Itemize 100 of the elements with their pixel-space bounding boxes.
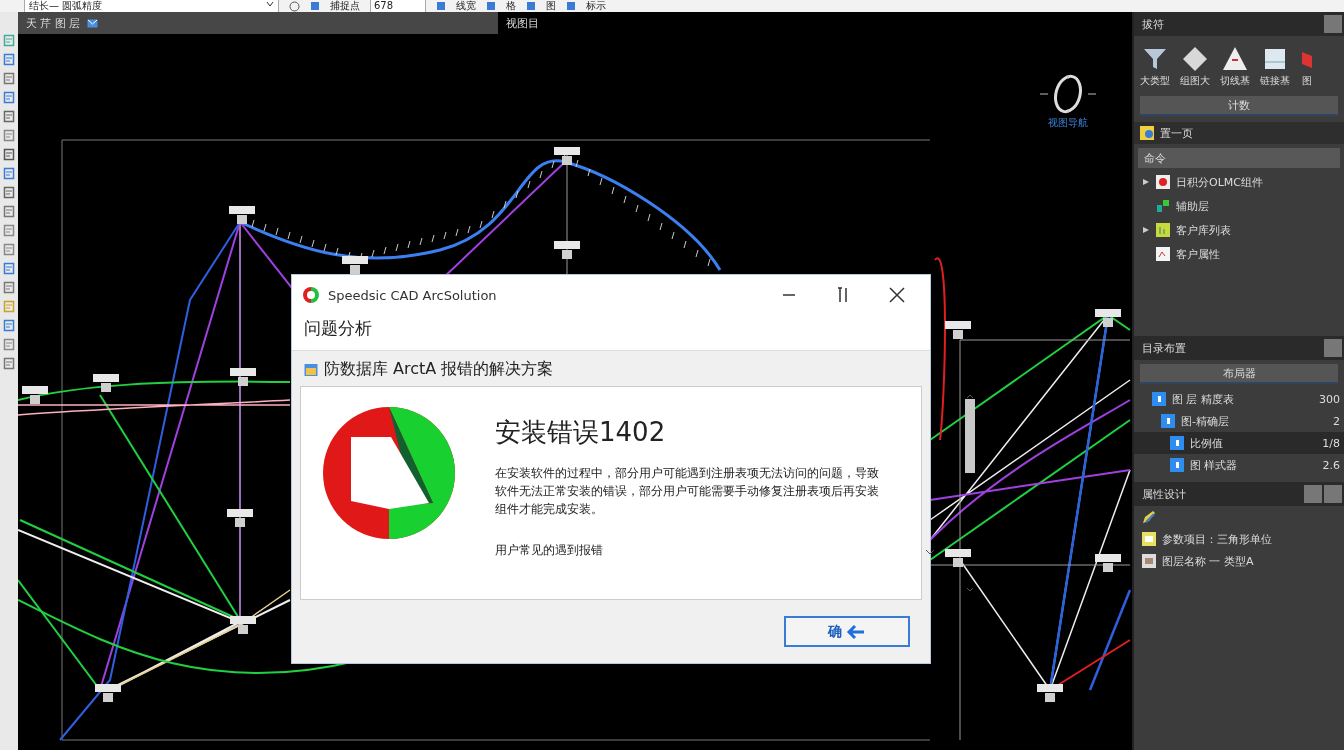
tool-icon[interactable] — [3, 167, 15, 180]
dialog-subtitle: 防数据库 ArctA 报错的解决方案 — [324, 359, 554, 380]
caret-icon[interactable] — [1142, 226, 1150, 234]
graph-icon — [1156, 247, 1170, 261]
item-label: 客户属性 — [1176, 246, 1220, 262]
tool-label: 切线基 — [1220, 74, 1250, 88]
chevron-icon[interactable] — [925, 549, 935, 555]
caret-icon[interactable] — [266, 0, 274, 8]
layer-name: 图 层 精度表 — [1172, 391, 1235, 407]
diamond-icon[interactable] — [1182, 46, 1208, 72]
dialog-header: 问题分析 — [292, 315, 930, 351]
tool-icon[interactable] — [526, 1, 536, 11]
layer-value: 300 — [1319, 392, 1340, 406]
tree-item[interactable]: 辅助层 — [1134, 194, 1344, 218]
caret-icon[interactable] — [1142, 178, 1150, 186]
count-button[interactable]: 计数 — [1140, 96, 1338, 116]
chart-icon — [1156, 223, 1170, 237]
tool-label: 大类型 — [1140, 74, 1170, 88]
tree-item[interactable]: 客户库列表 — [1134, 218, 1344, 242]
layer-icon — [1161, 414, 1175, 428]
layer-value: 2.6 — [1322, 458, 1340, 472]
error-title: 安装错误1402 — [495, 416, 667, 449]
tool-label: 链接基 — [1260, 74, 1290, 88]
item-label: 客户库列表 — [1176, 222, 1231, 238]
tool-icon[interactable] — [3, 224, 15, 237]
layer-value: 2 — [1333, 414, 1340, 428]
layer-name: 图-精确层 — [1181, 413, 1230, 429]
page-icon — [1140, 126, 1154, 140]
tool-icon[interactable] — [3, 186, 15, 199]
funnel-icon[interactable] — [1142, 46, 1168, 72]
error-hint: 用户常见的遇到报错 — [495, 542, 604, 559]
tool-icon[interactable] — [3, 262, 15, 275]
layer-row[interactable]: 图 样式器 2.6 — [1134, 454, 1344, 476]
mail-icon — [86, 18, 98, 28]
layer-name: 图 样式器 — [1190, 457, 1239, 473]
document-icon[interactable] — [1262, 46, 1288, 72]
toolbar-button[interactable]: 图 — [546, 0, 556, 12]
app-logo-icon — [302, 286, 320, 304]
layout-button[interactable]: 布局器 — [1140, 364, 1338, 384]
note-icon — [1142, 532, 1156, 546]
view-cube-icon[interactable] — [1038, 74, 1098, 114]
page-label[interactable]: 置一页 — [1160, 125, 1193, 141]
pencil-icon[interactable] — [1142, 510, 1156, 524]
toolbar-button[interactable]: 捕捉点 — [330, 0, 360, 12]
tool-icon[interactable] — [3, 129, 15, 142]
tool-icon[interactable] — [3, 91, 15, 104]
section-header: 命令 — [1138, 148, 1340, 168]
pyramid-icon[interactable] — [1222, 46, 1248, 72]
window-icon — [304, 362, 318, 377]
maximize-icon[interactable] — [836, 287, 850, 303]
tool-icon[interactable] — [3, 357, 15, 370]
toolbar-button[interactable]: 格 — [506, 0, 516, 12]
layer-value: 1/8 — [1322, 436, 1340, 450]
view-label: 视图导航 — [1048, 116, 1088, 130]
tool-icon[interactable] — [3, 148, 15, 161]
tool-icon[interactable] — [566, 1, 576, 11]
property-text: 图层名称 一 类型A — [1162, 553, 1254, 569]
toolbar-button[interactable]: 标示 — [586, 0, 606, 12]
scroll-down-icon[interactable] — [966, 587, 974, 593]
tool-icon[interactable] — [3, 319, 15, 332]
logo-icon — [323, 407, 455, 539]
arrow-icon[interactable] — [846, 623, 866, 640]
tool-icon[interactable] — [3, 72, 15, 85]
property-text: 参数项目：三角形单位 — [1162, 531, 1272, 547]
dropdown-field[interactable]: 结长— 圆弧精度 — [24, 0, 279, 12]
tool-icon[interactable] — [3, 110, 15, 123]
tool-label: 组图大 — [1180, 74, 1210, 88]
confirm-button[interactable]: 确 — [784, 616, 910, 647]
tool-icon[interactable] — [436, 1, 446, 11]
tool-icon[interactable] — [3, 53, 15, 66]
tool-icon[interactable] — [3, 281, 15, 294]
tool-label: 图 — [1302, 74, 1312, 88]
layer-name: 比例值 — [1190, 435, 1224, 451]
layer-icon — [1170, 458, 1184, 472]
number-field[interactable]: 678 — [370, 0, 426, 12]
toolbar-button[interactable]: 线宽 — [456, 0, 476, 12]
panel-title: 拔符 — [1142, 16, 1164, 32]
scroll-up-icon[interactable] — [966, 393, 974, 399]
item-label: 日积分OLMC组件 — [1176, 174, 1263, 190]
error-message: 在安装软件的过程中，部分用户可能遇到注册表项无法访问的问题，导致软件无法正常安装的错误，部分用户可能需要手动修复注册表项后再安装组件才能完成安装。 — [495, 465, 880, 518]
layer-row[interactable]: 比例值 1/8 — [1134, 432, 1344, 454]
tool-icon[interactable] — [3, 205, 15, 218]
tool-icon[interactable] — [3, 338, 15, 351]
tool-icon[interactable] — [310, 1, 320, 11]
tree-item[interactable]: 日积分OLMC组件 — [1134, 170, 1344, 194]
dialog-title: Speedsic CAD ArcSolution — [328, 287, 498, 303]
tool-icon[interactable] — [3, 243, 15, 256]
close-icon[interactable] — [889, 287, 905, 303]
item-label: 辅助层 — [1176, 198, 1209, 214]
layer-row[interactable]: 图 层 精度表 300 — [1134, 388, 1344, 410]
blocks-icon — [1156, 199, 1170, 213]
document-tab[interactable]: 天 芹 图 层 — [18, 12, 498, 34]
tree-item[interactable]: 客户属性 — [1134, 242, 1344, 266]
layer-icon — [1152, 392, 1166, 406]
image-icon — [1142, 554, 1156, 568]
layer-icon — [1170, 436, 1184, 450]
layer-row[interactable]: 图-精确层 2 — [1134, 410, 1344, 432]
panel-title: 属性设计 — [1142, 486, 1186, 502]
circle-icon[interactable] — [289, 0, 300, 12]
tool-icon[interactable] — [486, 1, 496, 11]
